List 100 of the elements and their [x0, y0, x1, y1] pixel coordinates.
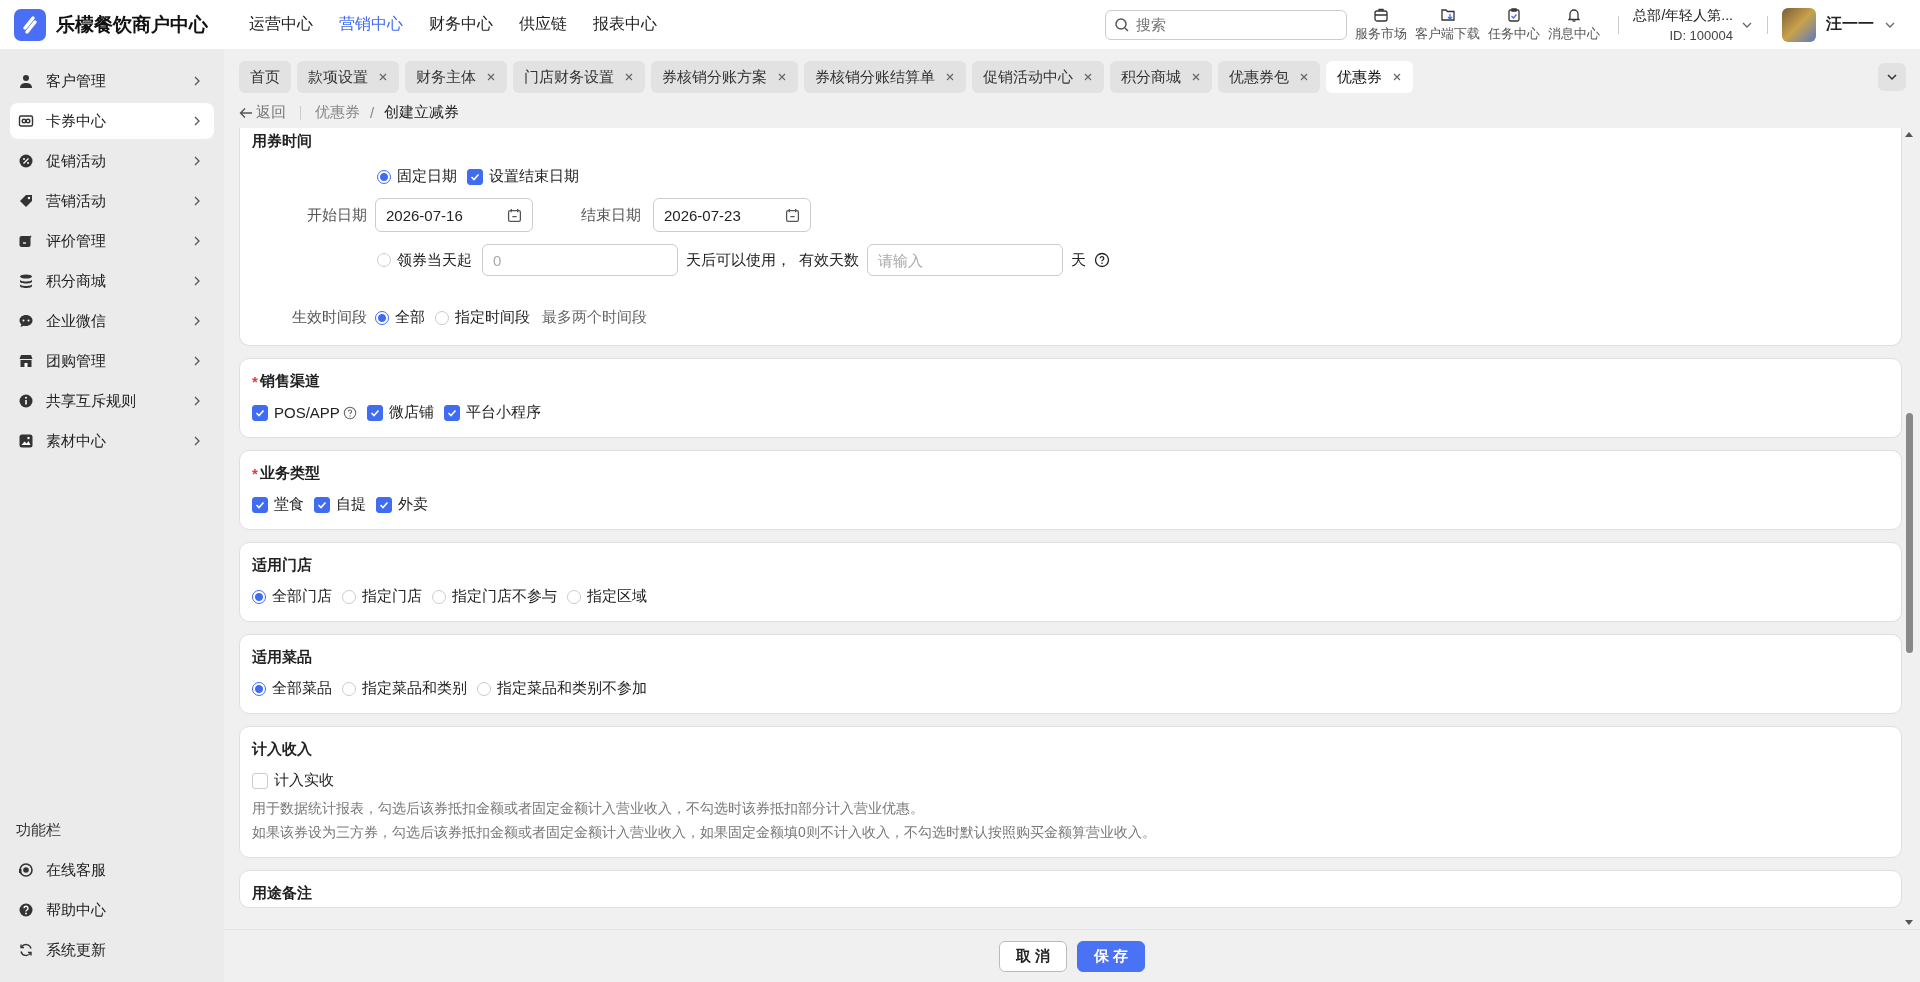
help-icon[interactable]: [1094, 252, 1110, 268]
checkbox[interactable]: [252, 772, 268, 789]
radio-button[interactable]: [342, 681, 356, 696]
field-label: 开始日期: [306, 205, 367, 225]
person-icon: [18, 73, 34, 89]
page-tab[interactable]: 券核销分账方案: [651, 61, 798, 93]
nav-link[interactable]: 运营中心: [240, 8, 322, 41]
calendar-icon[interactable]: [785, 207, 800, 223]
radio-button[interactable]: [435, 310, 449, 325]
save-button[interactable]: 保 存: [1077, 940, 1146, 972]
close-icon[interactable]: [1299, 72, 1309, 82]
close-icon[interactable]: [378, 72, 388, 82]
page-tab[interactable]: 财务主体: [405, 61, 507, 93]
radio-option[interactable]: 指定门店不参与: [432, 587, 557, 606]
checkbox[interactable]: [314, 496, 330, 513]
sidebar-item[interactable]: 帮助中心: [10, 892, 214, 928]
sidebar-item[interactable]: 共享互斥规则: [10, 383, 214, 419]
logo-icon: [14, 8, 46, 41]
page-tab[interactable]: 积分商城: [1110, 61, 1212, 93]
cancel-button[interactable]: 取 消: [998, 940, 1067, 972]
back-link[interactable]: 返回: [239, 103, 286, 122]
close-icon[interactable]: [945, 72, 955, 82]
checkbox[interactable]: [376, 496, 392, 513]
arrow-left-icon: [239, 106, 253, 119]
nav-link[interactable]: 报表中心: [584, 8, 666, 41]
search-field[interactable]: 搜索: [1105, 9, 1348, 40]
sidebar-item[interactable]: 评价管理: [10, 223, 214, 259]
checkbox[interactable]: [252, 404, 268, 421]
input-field[interactable]: 请输入: [867, 244, 1063, 276]
page-tab[interactable]: 券核销分账结算单: [804, 61, 966, 93]
sidebar-item[interactable]: 积分商城: [10, 263, 214, 299]
page-tab[interactable]: 门店财务设置: [513, 61, 645, 93]
page-tab[interactable]: 优惠券包: [1218, 61, 1320, 93]
checkbox-option[interactable]: 计入实收: [252, 771, 334, 790]
nav-link[interactable]: 财务中心: [420, 8, 502, 41]
close-icon[interactable]: [777, 72, 787, 82]
radio-option[interactable]: 指定菜品和类别: [342, 679, 467, 698]
nav-link[interactable]: 营销中心: [330, 8, 412, 41]
radio-button[interactable]: [375, 310, 389, 325]
toolbar-button[interactable]: 客户端下载: [1411, 6, 1485, 43]
page-tab[interactable]: 款项设置: [297, 61, 399, 93]
sidebar-item[interactable]: 卡券中心: [10, 103, 214, 139]
image-icon: [18, 433, 34, 449]
sidebar-item[interactable]: 营销活动: [10, 183, 214, 219]
page-tab[interactable]: 促销活动中心: [972, 61, 1104, 93]
checkbox-option[interactable]: 外卖: [376, 495, 428, 514]
checkbox-option[interactable]: 平台小程序: [443, 403, 541, 422]
checkbox[interactable]: [366, 404, 383, 421]
sidebar-item[interactable]: 企业微信: [10, 303, 214, 339]
store-icon: [18, 353, 34, 369]
sidebar-item[interactable]: 系统更新: [10, 932, 214, 968]
sidebar-item[interactable]: 促销活动: [10, 143, 214, 179]
radio-button[interactable]: [377, 169, 391, 184]
checkbox-option[interactable]: POS/APP: [252, 404, 357, 421]
page-tab[interactable]: 首页: [239, 61, 291, 93]
close-icon[interactable]: [1083, 72, 1093, 82]
chevron-right-icon: [192, 395, 202, 407]
toolbar-button[interactable]: 任务中心: [1484, 6, 1545, 43]
nav-link[interactable]: 供应链: [510, 8, 576, 41]
close-icon[interactable]: [486, 72, 496, 82]
radio-option[interactable]: 指定时间段: [435, 308, 530, 327]
close-icon[interactable]: [624, 72, 634, 82]
radio-button[interactable]: [342, 589, 356, 604]
radio-button[interactable]: [432, 589, 446, 604]
help-icon: [18, 902, 34, 918]
radio-option[interactable]: 全部菜品: [252, 679, 332, 698]
avatar[interactable]: [1782, 7, 1816, 42]
sidebar-item[interactable]: 团购管理: [10, 343, 214, 379]
radio-button[interactable]: [252, 589, 266, 604]
checkbox[interactable]: [443, 404, 460, 421]
radio-option[interactable]: 全部门店: [252, 587, 332, 606]
checkbox-option[interactable]: 微店铺: [366, 403, 434, 422]
sidebar-item[interactable]: 在线客服: [10, 852, 214, 888]
checkbox-option[interactable]: 堂食: [252, 495, 304, 514]
radio-option[interactable]: 指定菜品和类别不参加: [477, 679, 647, 698]
radio-option[interactable]: 固定日期: [377, 167, 457, 186]
radio-button[interactable]: [252, 681, 266, 696]
calendar-icon[interactable]: [507, 207, 522, 223]
date-field[interactable]: 2026-07-23: [653, 198, 811, 232]
checkbox[interactable]: [252, 496, 268, 513]
radio-button[interactable]: [567, 589, 581, 604]
radio-option[interactable]: 指定门店: [342, 587, 422, 606]
close-icon[interactable]: [1191, 72, 1201, 82]
checkbox[interactable]: [467, 168, 483, 185]
toolbar-button[interactable]: 消息中心: [1544, 6, 1605, 43]
page-tab[interactable]: 优惠券: [1326, 61, 1413, 93]
sidebar-item[interactable]: 客户管理: [10, 63, 214, 99]
tabs-dropdown-button[interactable]: [1878, 63, 1906, 91]
radio-button[interactable]: [477, 681, 491, 696]
close-icon[interactable]: [1392, 72, 1402, 82]
date-field[interactable]: 2026-07-16: [375, 198, 533, 232]
checkbox-option[interactable]: 自提: [314, 495, 366, 514]
checkbox-option[interactable]: 设置结束日期: [467, 167, 579, 186]
radio-option[interactable]: 全部: [375, 308, 425, 327]
radio-button[interactable]: [377, 253, 391, 267]
radio-option[interactable]: 指定区域: [567, 587, 647, 606]
input-field[interactable]: 0: [482, 244, 678, 276]
sidebar-item[interactable]: 素材中心: [10, 423, 214, 459]
toolbar-button[interactable]: 服务市场: [1351, 6, 1412, 43]
radio-option[interactable]: 领券当天起: [377, 250, 472, 270]
